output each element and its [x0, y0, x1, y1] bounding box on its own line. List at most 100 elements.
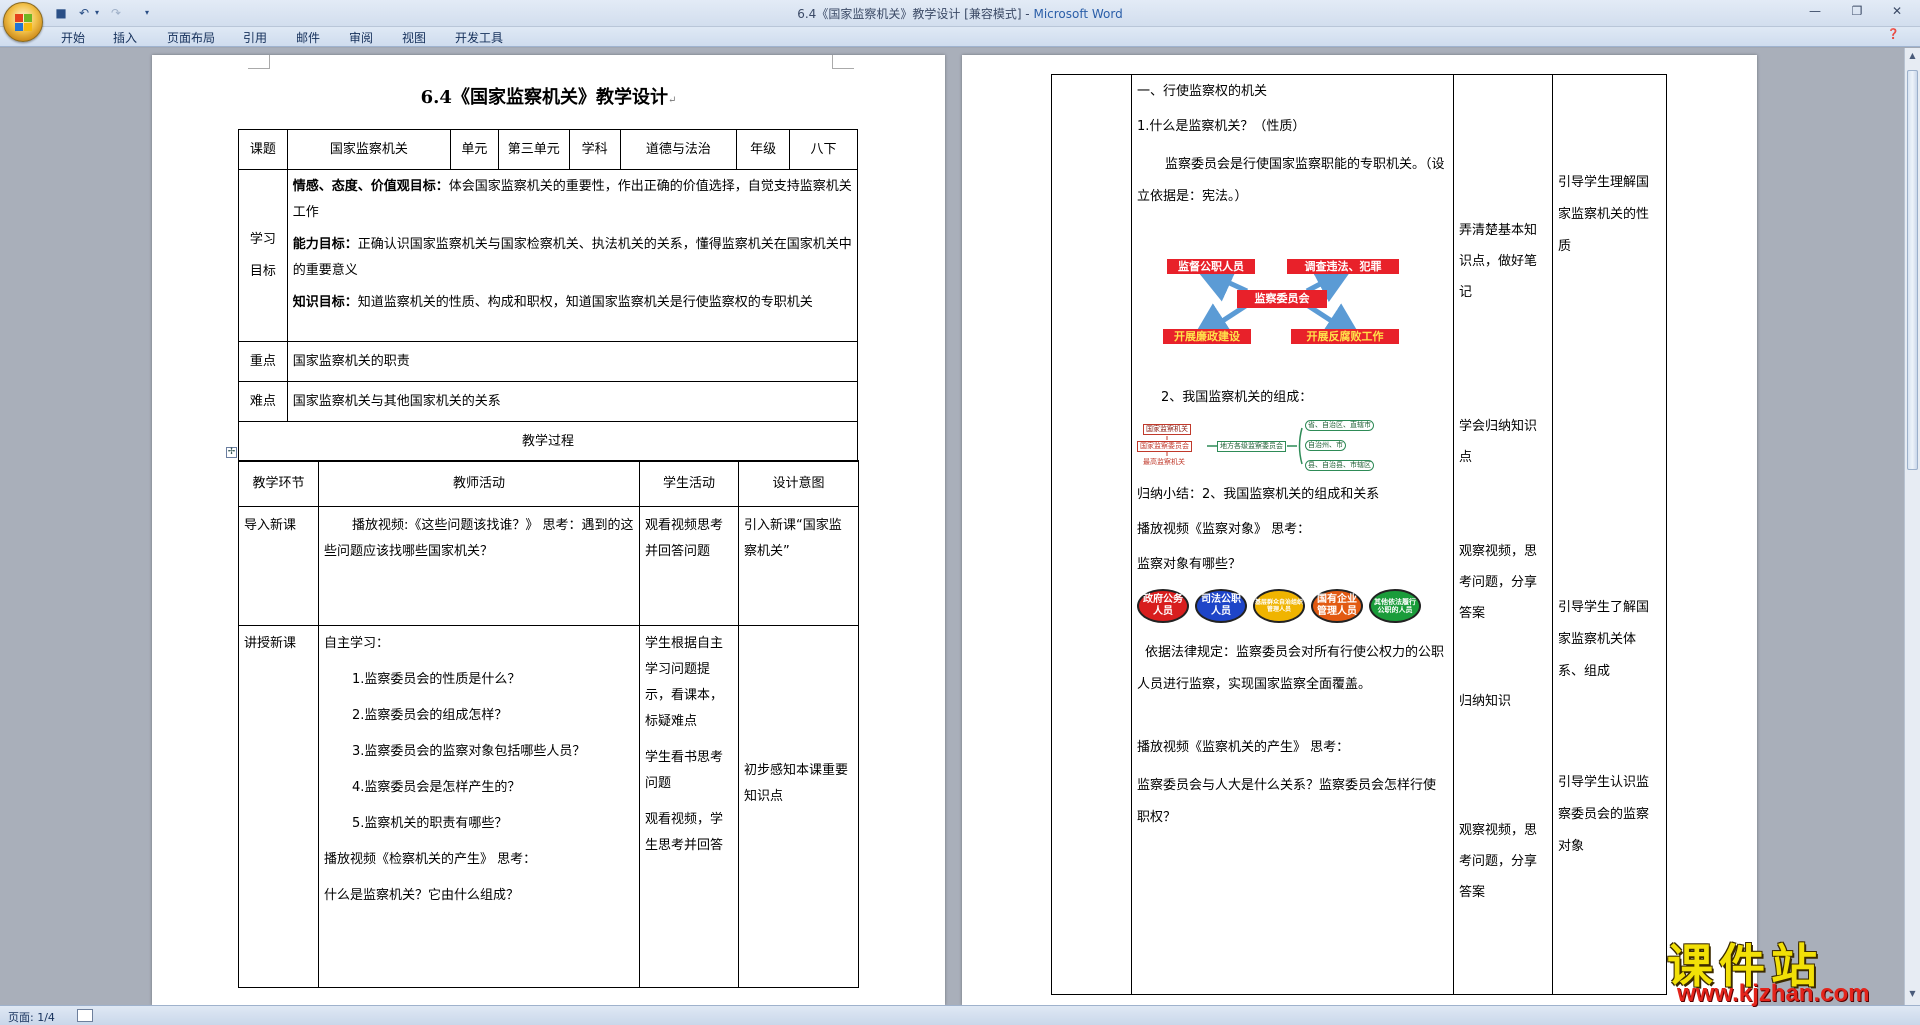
vertical-scrollbar[interactable]: ▲ ▼ — [1904, 48, 1920, 1005]
design-intent: 引导学生认识监察委员会的监察对象 — [1558, 775, 1650, 854]
tab-references[interactable]: 引用 — [243, 29, 267, 46]
row1-teacher: 播放视频:《这些问题该找谁？》 思考：遇到的这些问题应该找哪些国家机关？ — [318, 506, 640, 626]
subject-value: 道德与法治 — [619, 129, 738, 170]
tab-developer[interactable]: 开发工具 — [455, 29, 503, 46]
restore-icon[interactable]: ❐ — [1837, 2, 1877, 20]
student-activity: 观察视频，思考问题，分享答案 — [1459, 544, 1538, 621]
goals-cell: 情感、态度、价值观目标：体会国家监察机关的重要性，作出正确的价值选择，自觉支持监… — [286, 169, 859, 342]
header-student: 学生活动 — [639, 460, 739, 507]
help-icon[interactable]: ❓ — [1887, 29, 1899, 40]
proofing-icon[interactable] — [77, 1009, 93, 1022]
section-heading: 一、行使监察权的机关 — [1137, 84, 1268, 99]
question-2: 2、我国监察机关的组成： — [1161, 390, 1313, 405]
goal-ability-text: 正确认识国家监察机关与国家检察机关、执法机关的关系，懂得监察机关在国家机关中的重… — [292, 237, 852, 278]
organization-diagram: 国家监察机关 国家监察委员会 最高监察机关 地方各级监察委员会 省、自治区、直辖… — [1137, 420, 1397, 472]
subject-label: 学科 — [568, 129, 621, 170]
crop-mark — [248, 55, 270, 69]
org-national-commission: 国家监察委员会 — [1137, 441, 1192, 452]
target-circle: 政府公务人员 — [1137, 589, 1189, 623]
document-title: 6.4《国家监察机关》教学设计↵ — [420, 87, 677, 108]
org-county: 县、自治县、市辖区 — [1305, 460, 1374, 471]
header-stage: 教学环节 — [238, 460, 319, 507]
office-logo-icon — [15, 14, 32, 31]
goals-label: 学习目标 — [238, 169, 288, 342]
duty-bottom-right: 开展反腐败工作 — [1291, 329, 1399, 344]
goal-emotion: 情感、态度、价值观目标：体会国家监察机关的重要性，作出正确的价值选择，自觉支持监… — [293, 174, 852, 226]
question-3: 监察对象有哪些？ — [1137, 557, 1242, 572]
stage-cell-empty — [1051, 74, 1132, 995]
difficulty-label: 难点 — [238, 381, 288, 422]
table-move-handle-icon[interactable]: ✢ — [226, 447, 237, 458]
close-icon[interactable]: ✕ — [1877, 2, 1917, 20]
goal-emotion-head: 情感、态度、价值观目标： — [292, 179, 449, 194]
question-item: 2.监察委员会的组成怎样？ — [352, 708, 508, 723]
row1-student: 观看视频思考并回答问题 — [639, 506, 739, 626]
topic-label: 课题 — [238, 129, 288, 170]
continued-table: 一、行使监察权的机关 1.什么是监察机关？（性质） 监察委员会是行使国家监察职能… — [1051, 74, 1667, 995]
target-circle: 其他依法履行公职的人员 — [1369, 589, 1421, 623]
row2-intro: 自主学习： — [324, 636, 390, 651]
target-circle: 基层群众自治组织管理人员 — [1253, 589, 1305, 623]
design-intent: 引导学生了解国家监察机关体系、组成 — [1558, 600, 1650, 679]
question-1: 1.什么是监察机关？（性质） — [1137, 119, 1306, 134]
status-bar: 页面: 1/4 — [0, 1005, 1920, 1025]
org-supreme-label: 最高监察机关 — [1141, 458, 1187, 467]
scroll-up-icon[interactable]: ▲ — [1907, 50, 1918, 62]
scrollbar-thumb[interactable] — [1907, 70, 1918, 470]
org-national-label: 国家监察机关 — [1143, 424, 1191, 435]
difficulty-value: 国家监察机关与其他国家机关的关系 — [286, 381, 859, 422]
grade-value: 八下 — [788, 129, 859, 170]
row1-intent: 引入新课“国家监察机关” — [738, 506, 859, 626]
row2-stage: 讲授新课 — [238, 625, 319, 988]
duty-center: 监察委员会 — [1237, 290, 1327, 308]
summary-text: 归纳小结：2、我国监察机关的组成和关系 — [1137, 487, 1380, 502]
tab-view[interactable]: 视图 — [402, 29, 426, 46]
question-item: 5.监察机关的职责有哪些？ — [352, 816, 508, 831]
key-label: 重点 — [238, 341, 288, 382]
grade-label: 年级 — [736, 129, 790, 170]
law-text: 依据法律规定：监察委员会对所有行使公权力的公职人员进行监察，实现国家监察全面覆盖… — [1137, 645, 1445, 692]
document-name: 6.4《国家监察机关》教学设计 [兼容模式] - — [797, 7, 1034, 21]
minimize-icon[interactable]: — — [1795, 2, 1835, 20]
site-watermark: 课件站 www.kjzhan.com — [1667, 930, 1905, 1007]
tab-insert[interactable]: 插入 — [113, 29, 137, 46]
goal-knowledge: 知识目标：知道监察机关的性质、构成和职权，知道国家监察机关是行使监察权的专职机关 — [293, 290, 852, 316]
student-activity: 学生看书思考问题 — [645, 750, 724, 791]
design-intent: 引导学生理解国家监察机关的性质 — [1558, 175, 1650, 254]
title-text: 6.4《国家监察机关》教学设计 — [420, 87, 668, 108]
unit-value: 第三单元 — [497, 129, 570, 170]
row2-student: 学生根据自主学习问题提示，看课本，标疑难点 学生看书思考问题 观看视频，学生思考… — [639, 625, 739, 988]
duty-diagram: 监督公职人员 调查违法、犯罪 监察委员会 开展廉政建设 开展反腐败工作 — [1137, 253, 1437, 353]
org-local-commissions: 地方各级监察委员会 — [1217, 441, 1286, 452]
watermark-url: www.kjzhan.com — [1677, 980, 1870, 1007]
row2-video: 播放视频《检察机关的产生》 思考： — [324, 852, 537, 867]
app-name: Microsoft Word — [1033, 7, 1123, 21]
student-activity: 学会归纳知识点 — [1459, 419, 1538, 465]
teacher-cell: 一、行使监察权的机关 1.什么是监察机关？（性质） 监察委员会是行使国家监察职能… — [1131, 74, 1454, 995]
header-intent: 设计意图 — [738, 460, 859, 507]
key-value: 国家监察机关的职责 — [286, 341, 859, 382]
scroll-down-icon[interactable]: ▼ — [1907, 988, 1918, 1000]
tab-review[interactable]: 审阅 — [349, 29, 373, 46]
office-button[interactable] — [3, 2, 43, 42]
title-bar: ■ ↶ ▾ ↷ ▾ 6.4《国家监察机关》教学设计 [兼容模式] - Micro… — [0, 0, 1920, 42]
topic-value: 国家监察机关 — [286, 129, 452, 170]
tab-page-layout[interactable]: 页面布局 — [167, 29, 215, 46]
ribbon-tabs: 开始 插入 页面布局 引用 邮件 审阅 视图 开发工具 ❓ — [0, 27, 1920, 47]
row1-stage: 导入新课 — [238, 506, 319, 626]
header-teacher: 教师活动 — [318, 460, 640, 507]
org-prefecture: 自治州、市 — [1305, 440, 1346, 451]
window-title: 6.4《国家监察机关》教学设计 [兼容模式] - Microsoft Word — [0, 5, 1920, 22]
tab-mailings[interactable]: 邮件 — [296, 29, 320, 46]
unit-label: 单元 — [450, 129, 499, 170]
goal-ability-head: 能力目标： — [292, 237, 358, 252]
tab-home[interactable]: 开始 — [61, 29, 85, 46]
row2-question-last: 什么是监察机关？它由什么组成？ — [324, 888, 520, 903]
org-province: 省、自治区、直辖市 — [1305, 420, 1374, 431]
crop-mark — [832, 55, 854, 69]
duty-bottom-left: 开展廉政建设 — [1163, 329, 1251, 344]
student-activity: 观看视频，学生思考并回答 — [645, 812, 724, 853]
row2-teacher: 自主学习： 1.监察委员会的性质是什么？ 2.监察委员会的组成怎样？ 3.监察委… — [318, 625, 640, 988]
question-4: 监察委员会与人大是什么关系？监察委员会怎样行使职权？ — [1137, 778, 1437, 825]
page-indicator[interactable]: 页面: 1/4 — [8, 1009, 55, 1025]
